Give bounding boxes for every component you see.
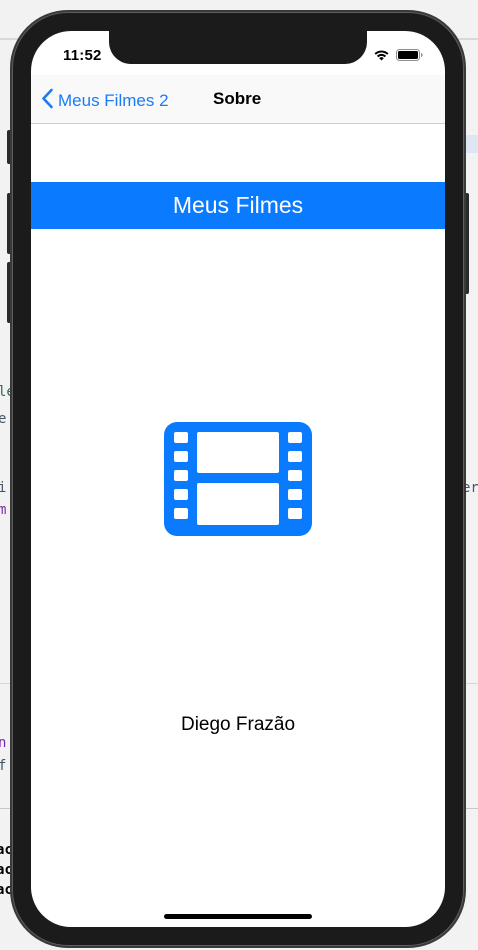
navigation-bar: Meus Filmes 2 Sobre xyxy=(31,75,445,124)
background-code-fragment: ac xyxy=(0,882,13,898)
status-time: 11:52 xyxy=(63,47,102,64)
wifi-icon xyxy=(373,48,390,66)
background-highlight xyxy=(464,135,478,153)
nav-title: Sobre xyxy=(213,89,262,108)
background-code-fragment: n xyxy=(0,735,7,751)
notch xyxy=(109,31,367,64)
status-icons xyxy=(373,48,423,66)
background-code-fragment: i xyxy=(0,480,7,496)
device-screen: 11:52 Meus Filmes 2 Sobre Meus Filmes Di… xyxy=(31,31,445,927)
background-code-fragment: er xyxy=(462,480,478,496)
author-name: Diego Frazão xyxy=(180,714,296,735)
app-title-banner: Meus Filmes xyxy=(31,182,445,229)
home-indicator[interactable] xyxy=(164,914,312,919)
background-code-fragment: m xyxy=(0,502,7,518)
battery-icon xyxy=(396,48,423,66)
back-button-label: Meus Filmes 2 xyxy=(58,91,169,110)
background-code-fragment: ac xyxy=(0,862,13,878)
chevron-left-icon xyxy=(41,88,54,114)
back-button[interactable]: Meus Filmes 2 xyxy=(41,88,169,114)
background-code-fragment: ac xyxy=(0,842,13,858)
background-code-fragment: e xyxy=(0,411,7,427)
film-icon xyxy=(164,422,312,541)
background-code-fragment: f xyxy=(0,758,7,774)
